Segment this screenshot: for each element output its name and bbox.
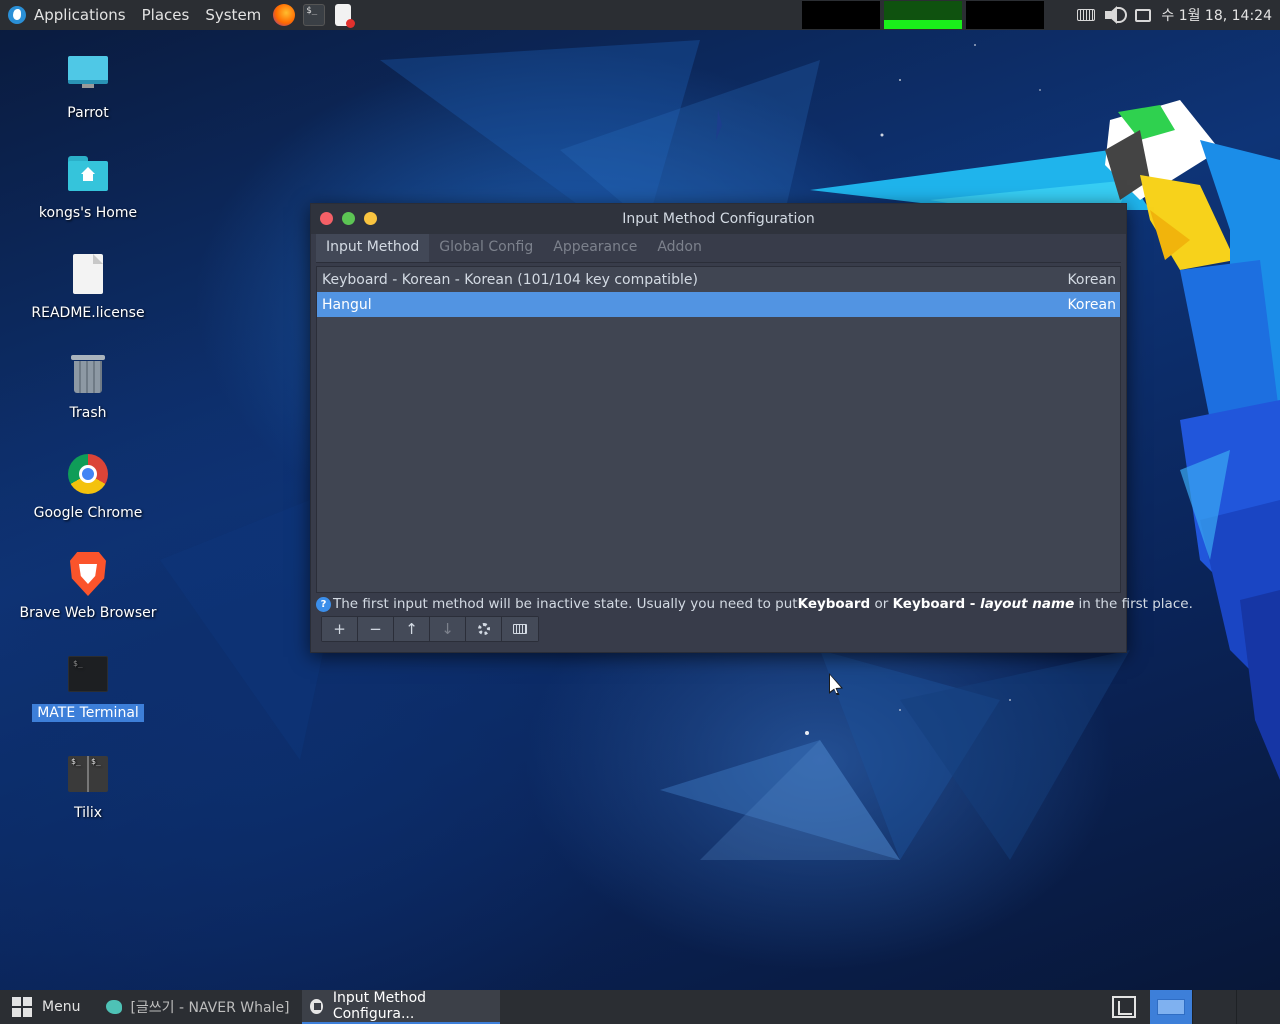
hint-keyboard: Keyboard xyxy=(797,596,871,612)
tab-divider xyxy=(316,262,1121,263)
taskbar-item-label: Input Method Configura... xyxy=(332,990,427,1022)
taskbar-item-label: [글쓰기 - NAVER Whale] xyxy=(130,1000,290,1016)
hint-layout-name: layout name xyxy=(980,596,1075,612)
terminal-icon: $_ xyxy=(66,652,110,696)
desktop-icon-home[interactable]: kongs's Home xyxy=(8,152,168,222)
input-method-name: Hangul xyxy=(322,296,372,313)
desktop-icon-label: Tilix xyxy=(73,805,103,821)
grid-icon xyxy=(12,997,32,1017)
keyboard-layout-button[interactable] xyxy=(502,617,538,641)
hint-text-part1: The first input method will be inactive … xyxy=(333,596,798,612)
add-button[interactable]: + xyxy=(322,617,358,641)
tilix-icon: $_ $_ xyxy=(66,752,110,796)
workspace-1[interactable] xyxy=(1150,990,1192,1024)
whale-icon xyxy=(106,1000,123,1014)
configure-button[interactable] xyxy=(466,617,502,641)
maximize-button[interactable] xyxy=(342,212,355,225)
tab-input-method[interactable]: Input Method xyxy=(316,234,430,263)
desktop-icon-parrot[interactable]: Parrot xyxy=(8,52,168,122)
chrome-icon xyxy=(66,452,110,496)
desktop-icon-mate-terminal[interactable]: $_ MATE Terminal xyxy=(8,652,168,722)
hint-or: or xyxy=(870,596,893,612)
desktop-icon-label: Brave Web Browser xyxy=(19,605,157,621)
tab-global-config[interactable]: Global Config xyxy=(429,234,543,263)
input-method-language: Korean xyxy=(1067,271,1116,288)
move-down-button[interactable]: ↓ xyxy=(430,617,466,641)
input-method-language: Korean xyxy=(1067,296,1116,313)
desktop-icon-trash[interactable]: Trash xyxy=(8,352,168,422)
system-monitors[interactable] xyxy=(802,1,1044,29)
desktop-icon-label: Google Chrome xyxy=(33,505,143,521)
notification-icon[interactable] xyxy=(1135,8,1152,22)
gear-icon xyxy=(477,623,490,635)
desktop-icon-label: Trash xyxy=(69,405,107,421)
fcitx-icon xyxy=(309,998,323,1014)
bottom-panel: Menu [글쓰기 - NAVER Whale] Input Method Co… xyxy=(0,990,1280,1024)
brave-icon xyxy=(66,552,110,596)
info-icon: ? xyxy=(316,596,331,612)
bottom-tray xyxy=(1112,990,1280,1024)
taskbar-item-input-method[interactable]: Input Method Configura... xyxy=(301,990,500,1024)
minimize-button[interactable] xyxy=(364,212,377,225)
clock[interactable]: 수 1월 18, 14:24 xyxy=(1155,5,1280,25)
desktop-icon-tilix[interactable]: $_ $_ Tilix xyxy=(8,752,168,822)
desktop-icon-label: README.license xyxy=(31,305,145,321)
home-folder-icon xyxy=(66,152,110,196)
window-title: Input Method Configuration xyxy=(622,211,815,227)
remove-button[interactable]: − xyxy=(358,617,394,641)
window-titlebar[interactable]: Input Method Configuration xyxy=(311,204,1126,234)
top-panel: Applications Places System 수 1월 18, 14:2… xyxy=(0,0,1280,30)
tab-appearance[interactable]: Appearance xyxy=(543,234,647,263)
tab-bar: Input Method Global Config Appearance Ad… xyxy=(316,234,712,263)
workspace-2[interactable] xyxy=(1192,990,1236,1024)
desktop-icon-chrome[interactable]: Google Chrome xyxy=(8,452,168,522)
list-item[interactable]: Hangul Korean xyxy=(317,292,1120,317)
places-menu[interactable]: Places xyxy=(134,0,198,30)
system-menu[interactable]: System xyxy=(197,0,269,30)
menu-button[interactable]: Menu xyxy=(0,990,92,1024)
firefox-launcher-icon[interactable] xyxy=(273,4,296,26)
system-tray: 수 1월 18, 14:24 xyxy=(1073,0,1280,30)
tab-addon[interactable]: Addon xyxy=(647,234,712,263)
workspace-3[interactable] xyxy=(1236,990,1280,1024)
desktop-icon-readme[interactable]: README.license xyxy=(8,252,168,322)
keyboard-icon[interactable] xyxy=(1077,9,1096,21)
desktop-icon-label: kongs's Home xyxy=(38,205,138,221)
hint-message: ? The first input method will be inactiv… xyxy=(316,595,1193,613)
computer-icon xyxy=(66,52,110,96)
volume-icon[interactable] xyxy=(1103,4,1128,26)
network-monitor[interactable] xyxy=(884,1,962,29)
desktop-icon-label: Parrot xyxy=(67,105,109,121)
input-method-tray-icon[interactable] xyxy=(1112,996,1136,1018)
input-method-list[interactable]: Keyboard - Korean - Korean (101/104 key … xyxy=(316,266,1121,593)
close-button[interactable] xyxy=(320,212,333,225)
memory-monitor[interactable] xyxy=(966,1,1044,29)
hint-text-part2: in the first place. xyxy=(1074,596,1193,612)
text-editor-launcher-icon[interactable] xyxy=(335,4,356,28)
list-item[interactable]: Keyboard - Korean - Korean (101/104 key … xyxy=(317,267,1120,292)
move-up-button[interactable]: ↑ xyxy=(394,617,430,641)
menu-label: Menu xyxy=(42,999,81,1015)
trash-icon xyxy=(66,352,110,396)
cpu-monitor[interactable] xyxy=(802,1,880,29)
input-method-config-window: Input Method Configuration Input Method … xyxy=(310,203,1193,653)
file-icon xyxy=(66,252,110,296)
applications-menu-label: Applications xyxy=(34,6,126,24)
desktop-icon-brave[interactable]: Brave Web Browser xyxy=(8,552,168,622)
parrot-logo-icon xyxy=(8,6,26,24)
terminal-launcher-icon[interactable] xyxy=(303,4,326,26)
applications-menu[interactable]: Applications xyxy=(0,0,134,30)
keyboard-icon xyxy=(513,624,527,634)
desktop-icon-label: MATE Terminal xyxy=(32,704,144,722)
taskbar-item-whale[interactable]: [글쓰기 - NAVER Whale] xyxy=(98,990,297,1024)
input-method-name: Keyboard - Korean - Korean (101/104 key … xyxy=(322,271,698,288)
input-method-toolbar: + − ↑ ↓ xyxy=(321,616,539,642)
hint-keyboard-layout: Keyboard - xyxy=(892,596,981,612)
